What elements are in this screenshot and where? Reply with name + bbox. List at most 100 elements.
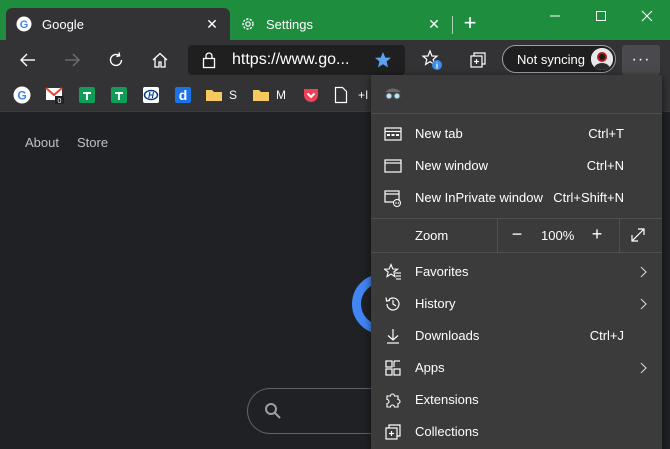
avatar	[591, 48, 613, 70]
svg-text:i: i	[436, 62, 438, 71]
favorite-folder-s[interactable]: S	[205, 85, 237, 105]
favorite-folder-m[interactable]: M	[252, 85, 286, 105]
sync-status-label: Not syncing	[517, 52, 585, 67]
collections-button[interactable]	[464, 46, 492, 74]
menu-item-history[interactable]: History	[371, 288, 662, 320]
address-bar[interactable]: https://www.go...	[188, 45, 405, 75]
zoom-divider	[497, 218, 498, 252]
menu-item-label: Downloads	[415, 328, 480, 343]
favorite-sheets-2[interactable]	[110, 85, 128, 105]
refresh-icon	[109, 52, 123, 67]
star-info-icon: i	[421, 49, 442, 71]
menu-item-label: Favorites	[415, 264, 469, 279]
toolbar: https://www.go... i Not syncing ···	[0, 40, 670, 80]
menu-divider	[371, 252, 662, 253]
favorite-label: M	[276, 88, 286, 102]
menu-item-new-tab[interactable]: New tab Ctrl+T	[371, 118, 662, 150]
back-button[interactable]	[14, 46, 42, 74]
refresh-button[interactable]	[102, 46, 130, 74]
store-link[interactable]: Store	[77, 135, 108, 150]
menu-item-label: History	[415, 296, 456, 311]
menu-item-collections[interactable]: Collections	[371, 416, 662, 448]
tab-divider	[452, 16, 453, 34]
sheets-icon	[79, 87, 95, 103]
favorite-d[interactable]: d	[174, 85, 192, 105]
favorite-sheets[interactable]	[78, 85, 96, 105]
arrow-left-icon	[20, 53, 35, 67]
home-button[interactable]	[146, 46, 174, 74]
settings-and-more-button[interactable]: ···	[622, 45, 660, 75]
new-window-icon	[383, 157, 403, 175]
menu-item-shortcut: Ctrl+T	[588, 126, 624, 141]
menu-item-shortcut: Ctrl+J	[589, 328, 624, 343]
zoom-row: Zoom − 100% +	[371, 218, 662, 252]
zoom-divider	[619, 218, 620, 252]
favorites-icon	[383, 263, 403, 281]
pocket-icon	[304, 89, 318, 102]
address-url: https://www.go...	[232, 51, 350, 68]
inprivate-window-icon	[383, 189, 403, 207]
maximize-button[interactable]	[578, 0, 624, 32]
search-input[interactable]	[247, 388, 387, 434]
lock-icon	[202, 51, 216, 74]
menu-item-new-window[interactable]: New window Ctrl+N	[371, 150, 662, 182]
folder-icon	[206, 90, 222, 101]
favorite-google[interactable]: G	[13, 85, 31, 105]
gmail-icon: 0	[45, 87, 64, 105]
favorite-more[interactable]: +I	[358, 85, 368, 105]
tab-google[interactable]: G Google ✕	[6, 8, 230, 40]
menu-item-favorites[interactable]: Favorites	[371, 256, 662, 288]
zoom-in-button[interactable]: +	[585, 224, 609, 246]
favorite-hyundai[interactable]: H	[142, 85, 160, 105]
collections-icon	[383, 423, 403, 441]
minimize-button[interactable]	[532, 0, 578, 32]
menu-item-label: Extensions	[415, 392, 479, 407]
close-tab-icon[interactable]: ✕	[426, 16, 442, 32]
history-icon	[383, 295, 403, 313]
tab-label: Settings	[266, 16, 313, 32]
zoom-out-button[interactable]: −	[505, 224, 529, 246]
forward-button[interactable]	[58, 46, 86, 74]
favorite-pocket[interactable]	[302, 85, 320, 105]
about-link[interactable]: About	[25, 135, 59, 150]
sheets-icon	[111, 87, 127, 103]
favorite-gmail[interactable]: 0	[45, 85, 65, 105]
menu-item-label: New window	[415, 158, 488, 173]
menu-item-label: New tab	[415, 126, 463, 141]
chevron-right-icon	[638, 296, 648, 312]
menu-item-shortcut: Ctrl+Shift+N	[553, 190, 624, 205]
tab-settings[interactable]: Settings ✕	[230, 8, 452, 40]
folder-icon	[253, 90, 269, 101]
menu-item-label: Apps	[415, 360, 445, 375]
reading-list-button[interactable]: i	[418, 46, 446, 74]
hyundai-icon: H	[143, 87, 159, 103]
favorite-page[interactable]	[334, 85, 348, 105]
close-tab-icon[interactable]: ✕	[204, 16, 220, 32]
menu-divider	[371, 113, 662, 114]
svg-text:0: 0	[58, 98, 62, 105]
menu-item-apps[interactable]: Apps	[371, 352, 662, 384]
zoom-label: Zoom	[415, 228, 449, 243]
fullscreen-icon	[631, 228, 645, 242]
page-icon	[334, 86, 348, 104]
arrow-right-icon	[65, 53, 80, 67]
menu-item-extensions[interactable]: Extensions	[371, 384, 662, 416]
collections-icon	[470, 52, 486, 68]
menu-item-new-inprivate-window[interactable]: New InPrivate window Ctrl+Shift+N	[371, 182, 662, 214]
fullscreen-button[interactable]	[629, 226, 647, 244]
favorite-star-icon[interactable]	[374, 51, 392, 74]
new-tab-button[interactable]: +	[458, 12, 482, 36]
profile-header[interactable]	[383, 83, 403, 105]
close-window-button[interactable]	[624, 0, 670, 32]
download-icon	[383, 327, 403, 345]
zoom-level: 100%	[541, 228, 575, 243]
google-icon: G	[13, 86, 31, 104]
home-icon	[152, 52, 168, 68]
menu-item-downloads[interactable]: Downloads Ctrl+J	[371, 320, 662, 352]
settings-and-more-menu: New tab Ctrl+T New window Ctrl+N New InP…	[371, 75, 662, 449]
profile-button[interactable]: Not syncing	[502, 45, 616, 73]
menu-item-label: New InPrivate window	[415, 190, 543, 205]
apps-icon	[383, 359, 403, 377]
gear-icon	[240, 16, 256, 32]
menu-item-shortcut: Ctrl+N	[586, 158, 624, 173]
